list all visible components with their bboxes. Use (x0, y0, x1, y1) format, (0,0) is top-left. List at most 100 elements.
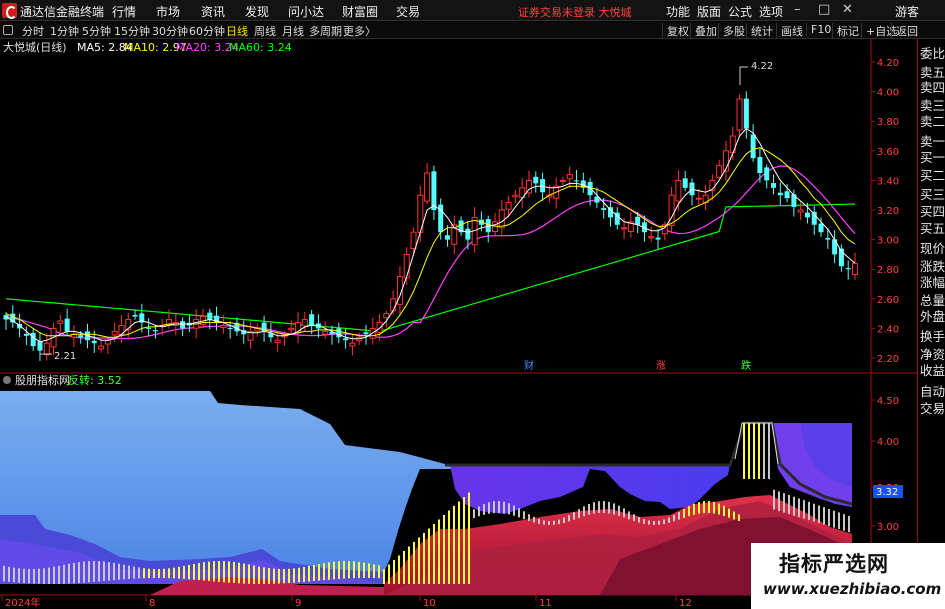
price-tick-label: 3.40 (877, 176, 899, 187)
period-15min[interactable]: 15分钟 (114, 23, 150, 39)
candle-body (852, 262, 858, 276)
app-logo-icon (2, 3, 17, 19)
time-tick-label: 8 (149, 598, 155, 609)
ind-tick-label: 3.00 (877, 522, 899, 533)
menu-zixun[interactable]: 资讯 (201, 3, 225, 20)
panel-toggle-icon[interactable] (3, 25, 13, 35)
price-tick-label: 2.80 (877, 265, 899, 276)
candle-body (777, 192, 783, 196)
price-tick-label: 4.20 (877, 58, 899, 69)
btn-duogu[interactable]: 多股 (718, 23, 745, 39)
menu-hangqing[interactable]: 行情 (112, 3, 136, 20)
price-tick-label: 3.60 (877, 147, 899, 158)
price-tick-label: 3.00 (877, 236, 899, 247)
candle-body (574, 180, 580, 182)
btn-diejia[interactable]: 叠加 (690, 23, 717, 39)
menu-wenxiaoda[interactable]: 问小达 (288, 3, 324, 20)
candle-body (559, 179, 566, 182)
period-more[interactable]: 更多〉 (343, 23, 376, 39)
period-fenshi[interactable]: 分时 (22, 23, 44, 39)
candle-body (227, 328, 233, 330)
candle-body (78, 335, 84, 338)
indicator-name: 股朋指标网 (15, 373, 70, 387)
indicator-pane (0, 391, 853, 595)
indicator-menu-icon[interactable] (3, 376, 11, 384)
btn-tongji[interactable]: 统计 (746, 23, 773, 39)
menu-caifuquan[interactable]: 财富圈 (342, 3, 378, 20)
guest-user[interactable]: 游客 (895, 3, 919, 20)
candle-body (716, 165, 723, 178)
high-marker: 4.22 (739, 61, 773, 85)
btn-f10[interactable]: F10 (806, 23, 831, 36)
candle-body (207, 312, 213, 320)
menu-jiaoyi[interactable]: 交易 (396, 3, 420, 20)
candle-body (91, 340, 97, 344)
btn-biaoji[interactable]: 标记 (832, 23, 859, 39)
period-weekly[interactable]: 周线 (254, 23, 276, 39)
event-marker-cai[interactable]: 财 (524, 359, 534, 372)
candlesticks (3, 91, 858, 361)
ma10-line (5, 147, 856, 338)
period-60min[interactable]: 60分钟 (189, 23, 225, 39)
candle-body (98, 345, 105, 350)
candle-body (601, 208, 607, 210)
app-name: 通达信金融终端 (20, 5, 105, 19)
quote-label-20: 交易 (920, 401, 945, 416)
quote-label-18: 收益 (920, 363, 945, 378)
period-30min[interactable]: 30分钟 (152, 23, 188, 39)
watermark-url: www.xuezhibiao.com (763, 580, 942, 598)
period-5min[interactable]: 5分钟 (82, 23, 111, 39)
menu-shichang[interactable]: 市场 (156, 3, 180, 20)
candle-body (764, 167, 770, 181)
chart-canvas[interactable]: 大悦城(日线) MA5: 2.84 MA10: 2.97 MA20: 3.24 … (0, 39, 917, 609)
title-bar: 通达信金融终端 行情 市场 资讯 发现 问小达 财富圈 交易 证券交易未登录 大… (0, 0, 945, 21)
quote-label-14: 总量 (920, 293, 945, 308)
candle-body (682, 178, 688, 188)
btn-fuquan[interactable]: 复权 (662, 23, 689, 39)
btn-fanhui[interactable]: 返回 (891, 23, 918, 39)
candle-body (180, 321, 186, 329)
restore-icon[interactable]: □ (818, 2, 830, 17)
price-tick-label: 3.80 (877, 117, 899, 128)
candle-body (349, 342, 356, 347)
period-monthly[interactable]: 月线 (282, 23, 304, 39)
time-tick-label: 10 (423, 598, 436, 609)
candle-body (750, 134, 756, 159)
candle-body (104, 339, 111, 345)
quote-label-10: 买五 (920, 221, 945, 236)
menu-banmian[interactable]: 版面 (697, 3, 721, 20)
menu-xuanxiang[interactable]: 选项 (759, 3, 783, 20)
candle-body (648, 236, 655, 239)
period-daily[interactable]: 日线 (226, 23, 248, 39)
close-icon[interactable]: ✕ (842, 2, 853, 17)
candle-body (770, 183, 776, 188)
high-label: 4.22 (751, 61, 773, 72)
menu-gongshi[interactable]: 公式 (728, 3, 752, 20)
minimize-icon[interactable]: – (794, 2, 801, 17)
menu-faxian[interactable]: 发现 (245, 3, 269, 20)
period-multi[interactable]: 多周期 (309, 23, 342, 39)
candle-body (621, 227, 628, 230)
menu-gongneng[interactable]: 功能 (666, 3, 690, 20)
candle-body (512, 194, 519, 198)
candle-body (505, 202, 512, 210)
event-marker-zhang[interactable]: 涨 (656, 360, 666, 372)
ma20-line (5, 165, 856, 340)
candle-body (64, 318, 70, 332)
indicator-value: 反转: 3.52 (68, 373, 122, 387)
btn-huaxian[interactable]: 画线 (776, 23, 803, 39)
login-warning[interactable]: 证券交易未登录 大悦城 (518, 4, 632, 20)
quote-label-2: 卖四 (920, 80, 945, 95)
quote-panel: 委比 卖五 卖四 卖三 卖二 卖一 买一 买二 买三 买四 买五 现价 涨跌 涨幅 总量 外盘 换手 净资 收益 自动… (917, 39, 945, 609)
candle-body (424, 172, 431, 202)
candle-body (845, 268, 851, 270)
candle-body (410, 231, 417, 250)
period-1min[interactable]: 1分钟 (50, 23, 79, 39)
quote-label-16: 换手 (920, 329, 945, 344)
candle-body (336, 328, 342, 338)
event-marker-die[interactable]: 跌 (741, 359, 751, 372)
candle-body (498, 209, 505, 229)
price-axis: 4.20 4.00 3.80 3.60 3.40 3.20 3.00 2.80 2.60 2.40… (871, 58, 899, 365)
candle-body (797, 209, 804, 213)
price-tick-label: 2.40 (877, 324, 899, 335)
